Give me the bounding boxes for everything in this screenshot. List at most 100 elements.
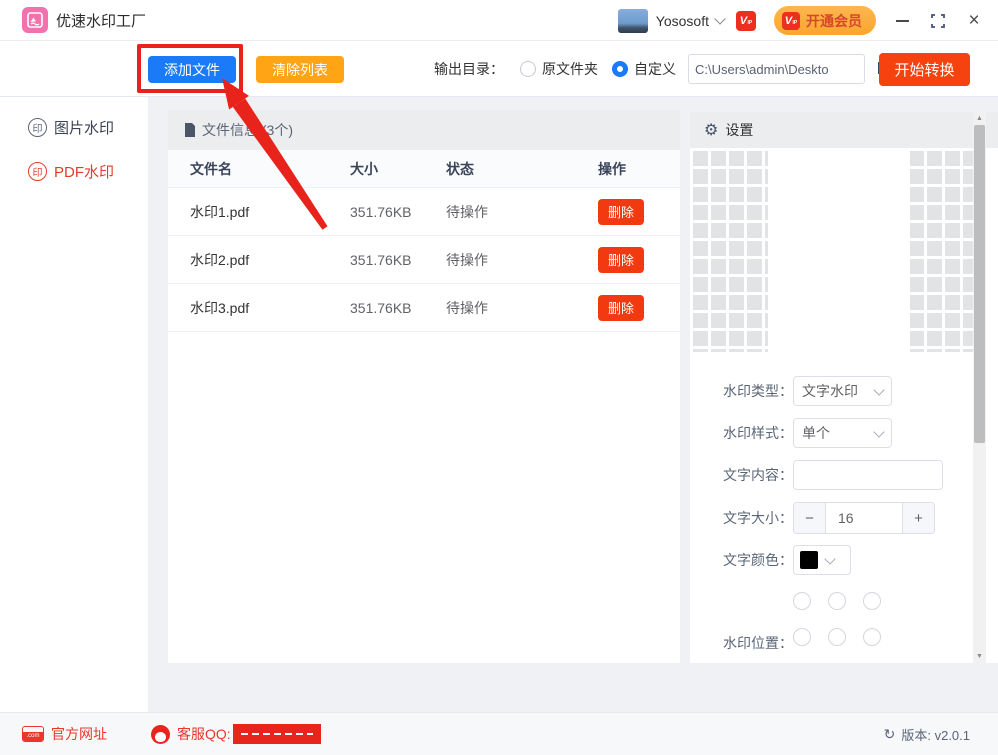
gear-icon: ⚙ (704, 120, 718, 140)
position-label: 水印位置： (690, 633, 793, 653)
sidebar-item-label: PDF水印 (54, 161, 114, 182)
position-radio[interactable] (828, 592, 846, 610)
text-content-label: 文字内容： (690, 465, 793, 485)
position-radio[interactable] (828, 628, 846, 646)
footer: .com 官方网址 客服QQ: ↻ 版本: v2.0.1 (0, 712, 998, 755)
watermark-type-value: 文字水印 (802, 381, 858, 401)
delete-button[interactable]: 删除 (598, 247, 644, 273)
col-filename: 文件名 (190, 159, 350, 179)
file-panel-header: 文件信息 (3个) (168, 110, 680, 150)
delete-button[interactable]: 删除 (598, 295, 644, 321)
qq-number-redacted (233, 724, 321, 744)
file-status: 待操作 (446, 250, 598, 270)
output-path-input[interactable] (688, 54, 865, 84)
color-swatch (800, 551, 818, 569)
radio-custom-folder-label[interactable]: 自定义 (634, 59, 676, 79)
settings-title: 设置 (725, 120, 753, 140)
chevron-down-icon (824, 553, 835, 564)
watermark-type-select[interactable]: 文字水印 (793, 376, 892, 406)
official-website-link[interactable]: .com 官方网址 (22, 724, 107, 744)
close-button[interactable]: × (956, 0, 992, 41)
file-size: 351.76KB (350, 252, 446, 268)
radio-original-folder[interactable] (520, 61, 536, 77)
sidebar-item-image-watermark[interactable]: 印 图片水印 (0, 113, 148, 141)
watermark-style-label: 水印样式： (690, 423, 793, 443)
position-radio[interactable] (863, 628, 881, 646)
col-action: 操作 (598, 159, 680, 179)
watermark-preview (690, 148, 973, 352)
file-status: 待操作 (446, 298, 598, 318)
chevron-down-icon (873, 384, 884, 395)
increase-button[interactable]: + (902, 503, 934, 533)
sidebar-item-pdf-watermark[interactable]: 印 PDF水印 (0, 157, 148, 185)
add-files-button[interactable]: 添加文件 (148, 56, 236, 83)
table-row: 水印3.pdf 351.76KB 待操作 删除 (168, 284, 680, 332)
maximize-icon (931, 14, 945, 28)
scrollbar[interactable]: ▲ ▼ (973, 112, 986, 663)
seal-icon: 印 (28, 118, 47, 137)
file-name: 水印3.pdf (190, 298, 350, 318)
delete-button[interactable]: 删除 (598, 199, 644, 225)
user-name[interactable]: Yososoft (656, 13, 709, 29)
col-size: 大小 (350, 159, 446, 179)
file-panel: 文件信息 (3个) 文件名 大小 状态 操作 水印1.pdf 351.76KB … (168, 110, 680, 663)
customer-service-link[interactable]: 客服QQ: (151, 724, 321, 744)
text-size-stepper: − + (793, 502, 935, 534)
website-label: 官方网址 (51, 724, 107, 744)
vip-badge-icon: VIP (782, 12, 800, 30)
minimize-icon (896, 20, 909, 22)
watermark-type-label: 水印类型： (690, 381, 793, 401)
position-radio[interactable] (793, 592, 811, 610)
table-row: 水印2.pdf 351.76KB 待操作 删除 (168, 236, 680, 284)
chevron-down-icon[interactable] (714, 13, 725, 24)
file-name: 水印2.pdf (190, 250, 350, 270)
toolbar: 添加文件 清除列表 输出目录： 原文件夹 自定义 开始转换 (0, 41, 998, 97)
refresh-icon[interactable]: ↻ (884, 726, 896, 743)
position-radio[interactable] (863, 592, 881, 610)
scrollbar-thumb[interactable] (974, 125, 985, 443)
text-content-input[interactable] (793, 460, 943, 490)
start-convert-button[interactable]: 开始转换 (879, 53, 970, 86)
scroll-up-icon[interactable]: ▲ (973, 115, 986, 122)
app-logo-icon (22, 7, 48, 33)
text-size-input[interactable] (826, 503, 902, 533)
seal-icon: 印 (28, 162, 47, 181)
col-status: 状态 (446, 159, 598, 179)
watermark-style-select[interactable]: 单个 (793, 418, 892, 448)
qq-label: 客服QQ: (177, 724, 231, 744)
output-dir-label: 输出目录： (434, 59, 504, 79)
chevron-down-icon (873, 426, 884, 437)
position-radio[interactable] (793, 628, 811, 646)
text-color-label: 文字颜色： (690, 550, 793, 570)
radio-custom-folder[interactable] (612, 61, 628, 77)
customer-service-icon (151, 725, 170, 744)
version-info: ↻ 版本: v2.0.1 (884, 725, 970, 744)
table-header: 文件名 大小 状态 操作 (168, 150, 680, 188)
watermark-style-value: 单个 (802, 423, 830, 443)
settings-header: ⚙ 设置 (690, 112, 998, 148)
preview-page (768, 148, 910, 352)
titlebar: 优速水印工厂 Yososoft VIP VIP 开通会员 × (0, 0, 998, 41)
radio-original-folder-label[interactable]: 原文件夹 (542, 59, 598, 79)
document-icon (184, 123, 196, 137)
vip-badge-icon: VIP (736, 11, 756, 31)
position-grid (793, 592, 881, 646)
open-vip-button[interactable]: VIP 开通会员 (774, 6, 876, 35)
text-color-select[interactable] (793, 545, 851, 575)
file-name: 水印1.pdf (190, 202, 350, 222)
sidebar: 印 图片水印 印 PDF水印 (0, 97, 148, 712)
clear-list-button[interactable]: 清除列表 (256, 56, 344, 83)
website-icon: .com (22, 726, 44, 742)
minimize-button[interactable] (884, 0, 920, 41)
file-size: 351.76KB (350, 204, 446, 220)
table-row: 水印1.pdf 351.76KB 待操作 删除 (168, 188, 680, 236)
scroll-down-icon[interactable]: ▼ (973, 653, 986, 660)
maximize-button[interactable] (920, 0, 956, 41)
file-panel-title: 文件信息 (3个) (202, 120, 293, 140)
file-status: 待操作 (446, 202, 598, 222)
version-label: 版本: v2.0.1 (901, 725, 970, 744)
settings-panel: ⚙ 设置 水印类型： 文字水印 水印样式： 单个 文字内容： 文字大小： − +… (690, 112, 998, 663)
decrease-button[interactable]: − (794, 503, 826, 533)
user-avatar[interactable] (618, 9, 648, 33)
close-icon: × (968, 11, 979, 30)
